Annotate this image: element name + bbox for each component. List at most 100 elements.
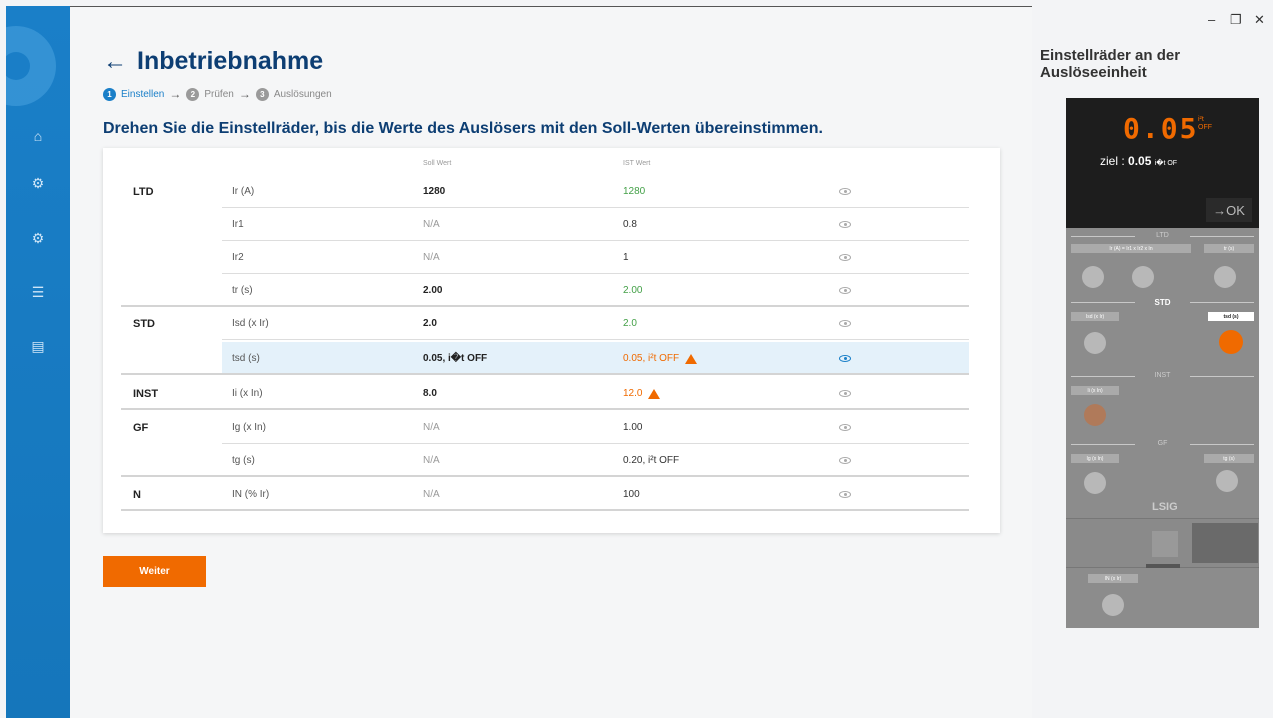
eye-icon[interactable] [839, 377, 851, 410]
table-row: Ir2 N/A 1 [103, 241, 1000, 274]
param-label: Ig (x In) [232, 422, 266, 433]
table-row: LTD Ir (A) 1280 1280 [103, 175, 1000, 208]
table-row: STD Isd (x Ir) 2.0 2.0 [103, 307, 1000, 340]
eye-icon[interactable] [839, 307, 851, 340]
group-label: INST [133, 387, 159, 400]
eye-icon[interactable] [839, 175, 851, 208]
settings-table: Soll Wert IST Wert LTD Ir (A) 1280 1280 … [103, 148, 1000, 533]
ist-value: 2.0 [623, 318, 637, 329]
ist-value: 0.20, i²t OFF [623, 455, 680, 466]
soll-value: 2.0 [423, 318, 437, 329]
eye-icon[interactable] [839, 411, 851, 444]
table-row: tsd (s) 0.05, i�t OFF 0.05, i²t OFF [103, 342, 1000, 375]
section-gf: GF [1071, 440, 1254, 447]
cover-window [1192, 523, 1258, 563]
minimize-icon[interactable]: – [1208, 12, 1215, 27]
target-readout: ziel : 0.05 i�t OF [1100, 154, 1178, 168]
tg-dial[interactable] [1216, 470, 1238, 492]
trip-unit-device: 0.05 i²t OFF ziel : 0.05 i�t OF →OK LTD I… [1066, 98, 1259, 628]
param-label: Ir2 [232, 252, 244, 263]
cover-button[interactable] [1152, 531, 1178, 557]
group-label: GF [133, 421, 149, 434]
eye-icon[interactable] [839, 241, 851, 274]
ii-dial[interactable] [1084, 404, 1106, 426]
tsd-dial[interactable] [1219, 330, 1243, 354]
tr-label: tr (s) [1204, 244, 1254, 253]
param-label: Ii (x In) [232, 388, 263, 399]
ist-value: 1 [623, 252, 629, 263]
soll-value: 0.05, i�t OFF [423, 353, 488, 364]
tsd-label: tsd (s) [1208, 312, 1254, 321]
soll-value: N/A [423, 422, 440, 433]
ist-value: 1280 [623, 186, 646, 197]
app-logo-gear-icon [6, 26, 56, 106]
panel-title: Einstellräder an der Auslöseeinheit [1040, 47, 1181, 81]
ir1-dial[interactable] [1082, 266, 1104, 288]
ig-dial[interactable] [1084, 472, 1106, 494]
isd-dial[interactable] [1084, 332, 1106, 354]
eye-icon[interactable] [839, 208, 851, 241]
section-ltd: LTD [1071, 232, 1254, 239]
group-label: STD [133, 317, 155, 330]
param-label: Ir (A) [232, 186, 255, 197]
isd-label: Isd (x Ir) [1071, 312, 1119, 321]
report-icon[interactable]: ▤ [6, 332, 70, 360]
settings-adjust-icon[interactable]: ⚙ [6, 169, 70, 197]
param-label: IN (% Ir) [232, 489, 270, 500]
ir-formula-label: Ir (A) = Ir1 x Ir2 x In [1071, 244, 1191, 253]
page-title: ← Inbetriebnahme [103, 47, 323, 76]
warning-icon [648, 388, 661, 399]
restore-icon[interactable]: ❐ [1230, 12, 1242, 28]
back-arrow-icon[interactable]: ← [103, 48, 127, 76]
eye-icon[interactable] [839, 478, 851, 511]
dial-panel: LTD Ir (A) = Ir1 x Ir2 x In tr (s) STD I… [1066, 228, 1259, 628]
model-label: LSIG [1152, 501, 1178, 513]
trip-unit-panel: – ❐ ✕ Einstellräder an der Auslöseeinhei… [1032, 0, 1273, 718]
ir2-dial[interactable] [1132, 266, 1154, 288]
param-label: Isd (x Ir) [232, 318, 269, 329]
eye-icon[interactable] [839, 342, 851, 375]
sidebar: ⌂ ⚙ ⚙ ☰ ▤ [6, 6, 70, 718]
group-label: LTD [133, 185, 154, 198]
table-row: tr (s) 2.00 2.00 [103, 274, 1000, 307]
arrow-right-icon: → [169, 87, 182, 101]
tr-dial[interactable] [1214, 266, 1236, 288]
in-dial[interactable] [1102, 594, 1124, 616]
main-content: ← Inbetriebnahme 1 Einstellen → 2 Prüfen… [70, 7, 1032, 718]
soll-value: 1280 [423, 186, 446, 197]
soll-value: 8.0 [423, 388, 437, 399]
step-1-label[interactable]: Einstellen [121, 89, 164, 100]
step-progress: 1 Einstellen → 2 Prüfen → 3 Auslösungen [103, 87, 332, 101]
step-2-number: 2 [186, 87, 200, 101]
ok-button[interactable]: →OK [1206, 198, 1252, 222]
eye-icon[interactable] [839, 444, 851, 477]
section-inst: INST [1071, 372, 1254, 379]
eye-icon[interactable] [839, 274, 851, 307]
next-button[interactable]: Weiter [103, 556, 206, 587]
display-unit: i²t OFF [1198, 116, 1212, 131]
step-3-label[interactable]: Auslösungen [274, 89, 332, 100]
param-label: tg (s) [232, 455, 255, 466]
table-row: Ir1 N/A 0.8 [103, 208, 1000, 241]
table-row: N IN (% Ir) N/A 100 [103, 478, 1000, 511]
soll-value: N/A [423, 252, 440, 263]
step-2-label[interactable]: Prüfen [204, 89, 233, 100]
home-icon[interactable]: ⌂ [6, 122, 70, 150]
gears-icon[interactable]: ⚙ [6, 224, 70, 252]
param-label: tsd (s) [232, 353, 260, 364]
close-icon[interactable]: ✕ [1254, 12, 1265, 28]
display-value: 0.05 [1123, 112, 1199, 145]
soll-value: 2.00 [423, 285, 443, 296]
page-title-text: Inbetriebnahme [137, 47, 324, 75]
soll-value: N/A [423, 219, 440, 230]
arrow-right-icon: → [238, 87, 251, 101]
param-label: Ir1 [232, 219, 244, 230]
ist-value: 2.00 [623, 285, 643, 296]
cover-slot [1146, 564, 1180, 568]
section-std: STD [1071, 298, 1254, 307]
list-check-icon[interactable]: ☰ [6, 278, 70, 306]
group-label: N [133, 488, 141, 501]
ist-value: 0.05, i²t OFF [623, 342, 698, 375]
ist-value: 0.8 [623, 219, 637, 230]
step-3-number: 3 [255, 87, 269, 101]
